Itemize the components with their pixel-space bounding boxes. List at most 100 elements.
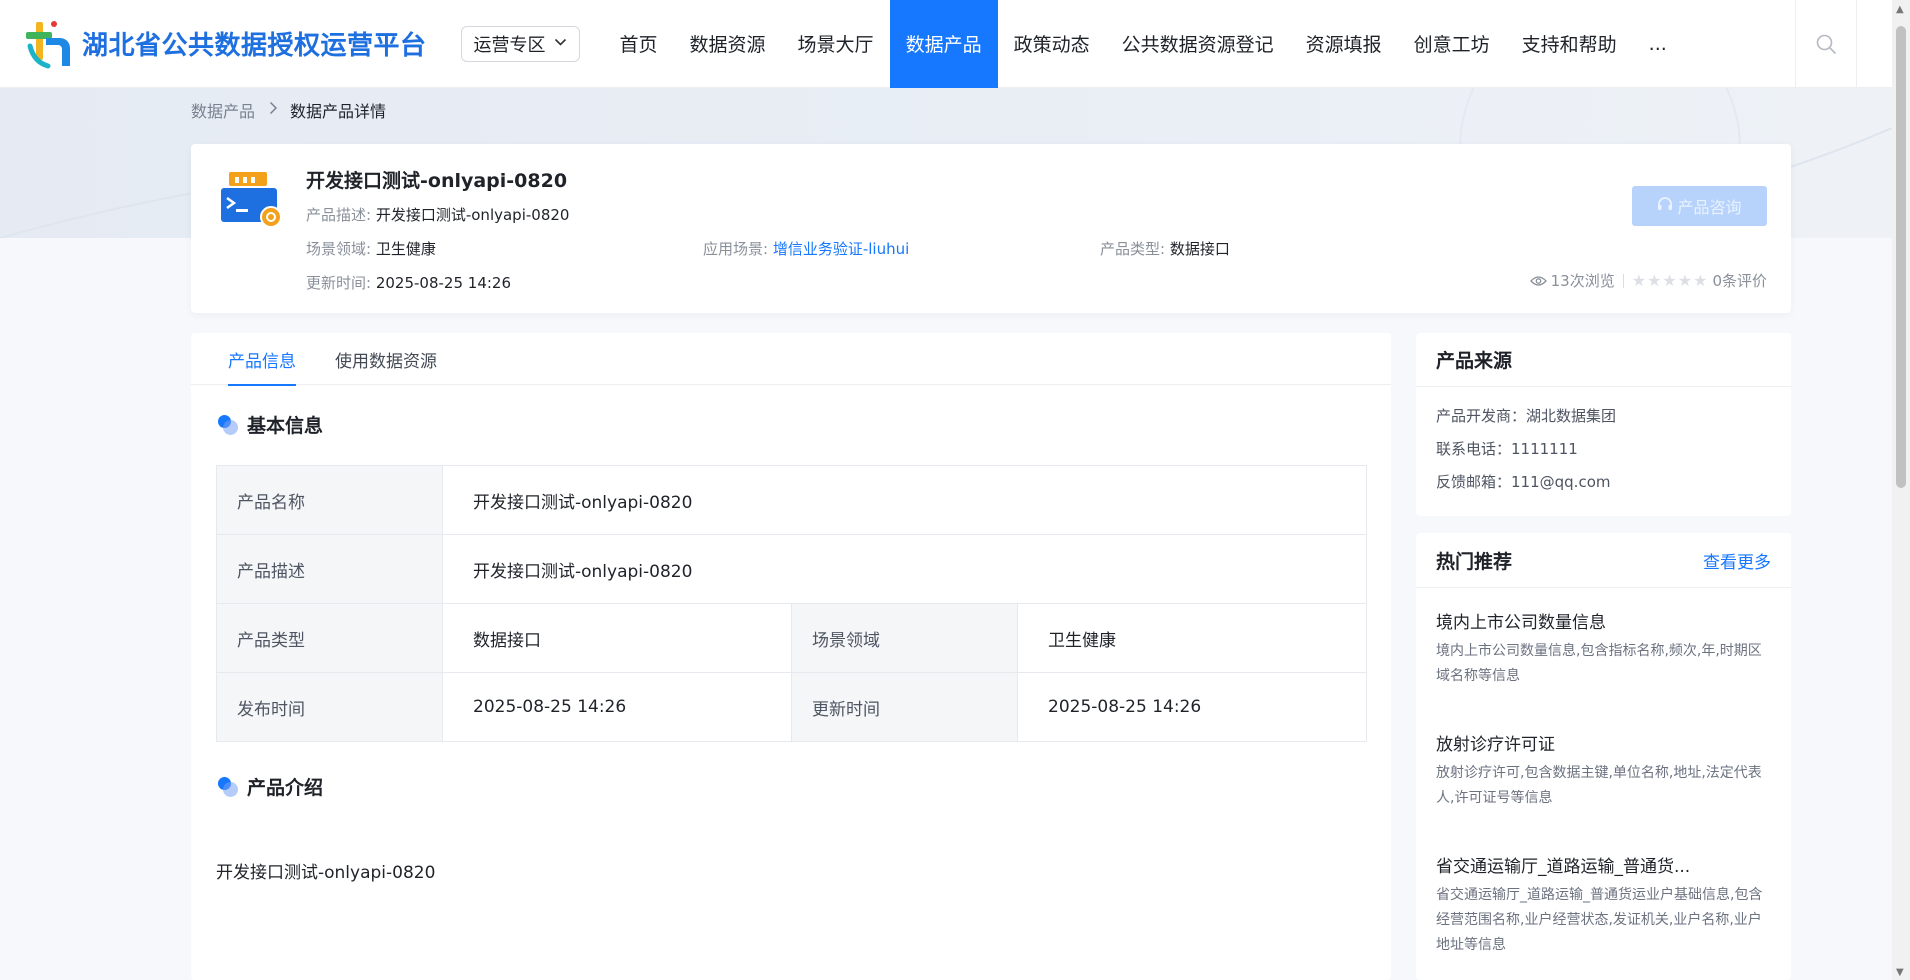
nav-item-resource-registration[interactable]: 公共数据资源登记: [1106, 0, 1290, 88]
header-search-button[interactable]: [1795, 0, 1857, 88]
zone-select[interactable]: 运营专区: [460, 25, 580, 62]
update-time-value: 2025-08-25 14:26: [375, 274, 512, 292]
product-summary-card: 开发接口测试-onlyapi-0820 产品描述: 开发接口测试-onlyapi…: [191, 144, 1791, 313]
chevron-right-icon: [269, 101, 278, 119]
info-label: 场景领域: [791, 603, 1018, 673]
nav-item-data-resources[interactable]: 数据资源: [674, 0, 782, 88]
review-count: 0条评价: [1712, 272, 1767, 290]
info-label: 产品名称: [216, 465, 443, 535]
update-time-meta: 更新时间: 2025-08-25 14:26: [306, 272, 511, 293]
scroll-down-icon[interactable]: ▼: [1896, 967, 1904, 978]
product-source-title: 产品来源: [1436, 350, 1513, 372]
product-consult-button[interactable]: 产品咨询: [1632, 186, 1767, 226]
list-item[interactable]: 省交通运输厅_道路运输_普通货... 省交通运输厅_道路运输_普通货运业户基础信…: [1416, 852, 1791, 958]
section-bullet-icon: [217, 414, 239, 436]
section-bullet-icon: [217, 776, 239, 798]
basic-info-heading: 基本信息: [217, 411, 323, 438]
product-title: 开发接口测试-onlyapi-0820: [306, 170, 568, 192]
scroll-up-icon[interactable]: ▲: [1896, 4, 1904, 15]
info-value: 2025-08-25 14:26: [1017, 672, 1367, 742]
update-time-label: 更新时间:: [306, 274, 372, 292]
product-type-meta: 产品类型: 数据接口: [1100, 238, 1230, 259]
recommend-item-desc: 境内上市公司数量信息,包含指标名称,频次,年,时期区域名称等信息: [1436, 643, 1762, 684]
source-developer: 产品开发商：湖北数据集团: [1436, 407, 1617, 425]
scrollbar-thumb[interactable]: [1896, 26, 1906, 488]
product-source-card: 产品来源 产品开发商：湖北数据集团 联系电话：1111111 反馈邮箱：111@…: [1416, 333, 1791, 516]
headset-icon: [1657, 196, 1673, 216]
tab-used-data-resources[interactable]: 使用数据资源: [335, 333, 437, 385]
product-consult-label: 产品咨询: [1677, 198, 1742, 217]
table-row: 发布时间 2025-08-25 14:26 更新时间 2025-08-25 14…: [216, 672, 1367, 742]
eye-icon: [1529, 275, 1547, 287]
nav-item-resource-filing[interactable]: 资源填报: [1290, 0, 1398, 88]
hot-recommend-title: 热门推荐: [1436, 550, 1513, 573]
breadcrumb-data-products[interactable]: 数据产品: [191, 98, 255, 122]
list-item[interactable]: 境内上市公司数量信息 境内上市公司数量信息,包含指标名称,频次,年,时期区域名称…: [1416, 608, 1791, 689]
basic-info-title: 基本信息: [247, 415, 324, 437]
table-row: 产品描述 开发接口测试-onlyapi-0820: [216, 534, 1367, 604]
list-item[interactable]: 放射诊疗许可证 放射诊疗许可,包含数据主键,单位名称,地址,法定代表人,许可证号…: [1416, 730, 1791, 811]
info-value: 开发接口测试-onlyapi-0820: [442, 534, 1367, 604]
api-product-icon: [221, 172, 282, 228]
nav-item-policy-news[interactable]: 政策动态: [998, 0, 1106, 88]
breadcrumb-current: 数据产品详情: [290, 102, 387, 121]
nav-item-support-help[interactable]: 支持和帮助: [1506, 0, 1633, 88]
stats-divider: [1622, 273, 1624, 288]
scene-field-label: 场景领域:: [306, 240, 372, 258]
product-type-value: 数据接口: [1169, 240, 1230, 258]
product-intro-title: 产品介绍: [247, 777, 324, 799]
product-description-label: 产品描述:: [306, 206, 372, 224]
table-row: 产品类型 数据接口 场景领域 卫生健康: [216, 603, 1367, 673]
hot-recommend-header: 热门推荐 查看更多: [1416, 533, 1791, 588]
recommend-item-title[interactable]: 省交通运输厅_道路运输_普通货...: [1436, 852, 1771, 877]
table-row: 产品名称 开发接口测试-onlyapi-0820: [216, 465, 1367, 535]
page-scrollbar[interactable]: ▲ ▼: [1892, 0, 1910, 980]
star-icon: ★: [1662, 271, 1677, 290]
nav-item-data-products[interactable]: 数据产品: [889, 0, 998, 88]
nav-item-more[interactable]: ...: [1633, 0, 1683, 88]
logo-mark-icon: [26, 20, 70, 68]
product-type-label: 产品类型:: [1100, 240, 1166, 258]
star-icon: ★: [1647, 271, 1662, 290]
info-label: 产品描述: [216, 534, 443, 604]
breadcrumb: 数据产品 数据产品详情: [191, 98, 386, 122]
info-value: 2025-08-25 14:26: [442, 672, 792, 742]
star-icon: ★: [1693, 271, 1708, 290]
product-description-meta: 产品描述: 开发接口测试-onlyapi-0820: [306, 204, 569, 225]
rating-stars[interactable]: ★ ★ ★ ★ ★: [1632, 271, 1709, 290]
scene-field-value: 卫生健康: [375, 240, 436, 258]
application-scene-label: 应用场景:: [703, 240, 769, 258]
recommend-item-title[interactable]: 放射诊疗许可证: [1436, 730, 1771, 755]
top-header: 湖北省公共数据授权运营平台 运营专区 首页 数据资源 场景大厅 数据产品 政策动…: [0, 0, 1892, 88]
application-scene-meta: 应用场景: 增信业务验证-liuhui: [703, 238, 909, 259]
info-value: 开发接口测试-onlyapi-0820: [442, 465, 1367, 535]
view-more-link[interactable]: 查看更多: [1703, 548, 1771, 573]
info-value: 卫生健康: [1017, 603, 1367, 673]
info-value: 数据接口: [442, 603, 792, 673]
tab-product-info[interactable]: 产品信息: [228, 333, 296, 386]
nav-item-scene-hall[interactable]: 场景大厅: [782, 0, 890, 88]
info-label: 更新时间: [791, 672, 1018, 742]
recommend-item-title[interactable]: 境内上市公司数量信息: [1436, 608, 1771, 633]
site-logo[interactable]: 湖北省公共数据授权运营平台: [20, 0, 427, 88]
application-scene-link[interactable]: 增信业务验证-liuhui: [773, 240, 909, 258]
nav-item-idea-workshop[interactable]: 创意工坊: [1398, 0, 1506, 88]
source-phone: 联系电话：1111111: [1436, 440, 1578, 458]
product-intro-heading: 产品介绍: [217, 773, 323, 800]
search-icon: [1816, 34, 1836, 54]
info-label: 产品类型: [216, 603, 443, 673]
nav-item-home[interactable]: 首页: [604, 0, 674, 88]
main-nav: 首页 数据资源 场景大厅 数据产品 政策动态 公共数据资源登记 资源填报 创意工…: [604, 0, 1683, 88]
recommend-item-desc: 省交通运输厅_道路运输_普通货运业户基础信息,包含经营范围名称,业户经营状态,发…: [1436, 887, 1763, 953]
recommend-item-desc: 放射诊疗许可,包含数据主键,单位名称,地址,法定代表人,许可证号等信息: [1436, 765, 1762, 806]
chevron-down-icon: [554, 36, 567, 51]
scene-field-meta: 场景领域: 卫生健康: [306, 238, 436, 259]
product-source-header: 产品来源: [1416, 333, 1791, 387]
source-email: 反馈邮箱：111@qq.com: [1436, 473, 1611, 491]
zone-select-value: 运营专区: [473, 34, 546, 56]
product-stats: 13次浏览 ★ ★ ★ ★ ★ 0条评价: [1529, 270, 1767, 291]
product-intro-text: 开发接口测试-onlyapi-0820: [216, 863, 436, 883]
detail-tabs: 产品信息 使用数据资源: [191, 333, 1391, 386]
product-description-value: 开发接口测试-onlyapi-0820: [375, 206, 570, 224]
star-icon: ★: [1631, 271, 1647, 290]
